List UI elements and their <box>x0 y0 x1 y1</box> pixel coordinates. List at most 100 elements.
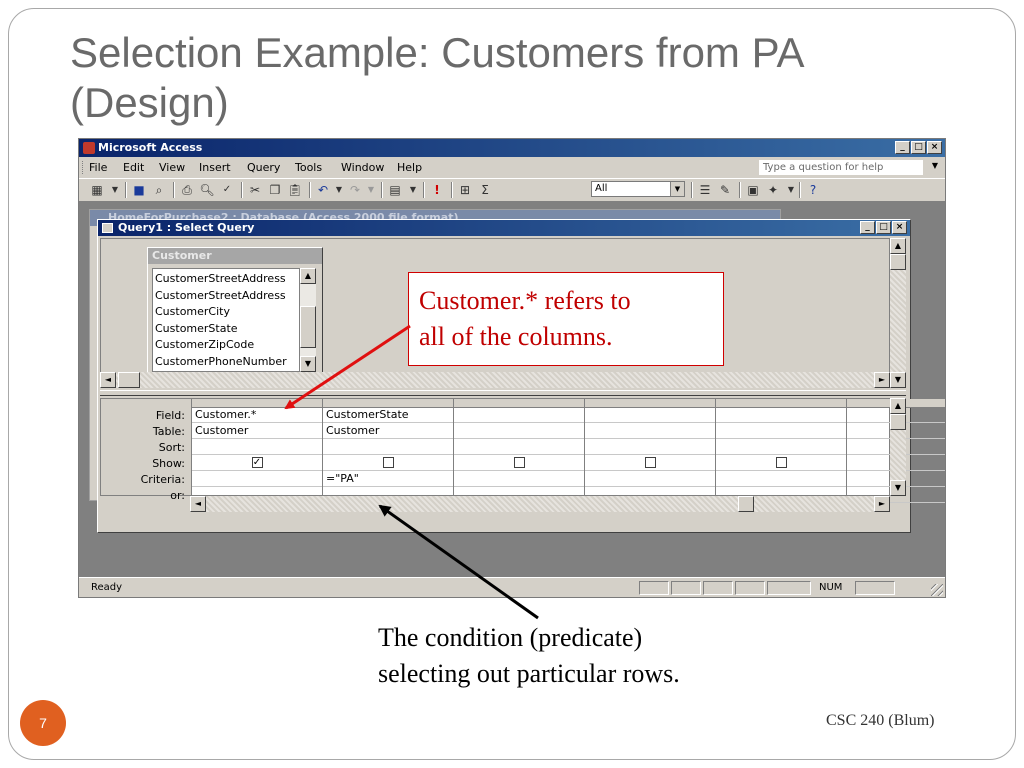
grid-show-cell[interactable] <box>323 455 454 471</box>
view-dropdown-icon[interactable]: ▼ <box>107 182 123 198</box>
query-type-dropdown-icon[interactable]: ▼ <box>405 182 421 198</box>
grid-vscrollbar[interactable]: ▲ ▼ <box>890 398 906 496</box>
grid-criteria-cell[interactable] <box>454 471 585 487</box>
close-button[interactable]: × <box>927 141 942 154</box>
scroll-right-icon[interactable]: ► <box>874 372 890 388</box>
grid-show-cell[interactable] <box>454 455 585 471</box>
help-icon[interactable]: ? <box>805 182 821 198</box>
new-object-dropdown-icon[interactable]: ▼ <box>783 182 799 198</box>
maximize-button[interactable]: □ <box>911 141 926 154</box>
query-close-button[interactable]: × <box>892 221 907 234</box>
scroll-up-icon[interactable]: ▲ <box>890 238 906 254</box>
grid-sort-cell[interactable] <box>454 439 585 455</box>
menu-file[interactable]: File <box>89 161 107 174</box>
grid-sort-cell[interactable] <box>192 439 323 455</box>
menu-help[interactable]: Help <box>397 161 422 174</box>
field-list-scrollbar[interactable]: ▲ ▼ <box>300 268 316 372</box>
show-checkbox[interactable] <box>775 457 787 468</box>
table-field-list-title[interactable]: Customer <box>148 248 322 264</box>
scroll-left-icon[interactable]: ◄ <box>190 496 206 512</box>
query-maximize-button[interactable]: □ <box>876 221 891 234</box>
grid-show-cell[interactable]: ✓ <box>192 455 323 471</box>
grid-criteria-cell[interactable]: ="PA" <box>323 471 454 487</box>
menu-view[interactable]: View <box>159 161 185 174</box>
undo-dropdown-icon[interactable]: ▼ <box>331 182 347 198</box>
grid-field-cell[interactable]: CustomerState <box>323 407 454 423</box>
scroll-down-icon[interactable]: ▼ <box>890 480 906 496</box>
show-table-icon[interactable]: ⊞ <box>457 182 473 198</box>
properties-icon[interactable]: ☰ <box>697 182 713 198</box>
field-list-item[interactable]: CustomerCity <box>153 304 299 321</box>
field-list-item[interactable]: CustomerZipCode <box>153 337 299 354</box>
database-window-icon[interactable]: ▣ <box>745 182 761 198</box>
field-list-item[interactable]: CustomerState <box>153 321 299 338</box>
grid-table-cell[interactable] <box>454 423 585 439</box>
menu-window[interactable]: Window <box>341 161 384 174</box>
scroll-thumb[interactable] <box>738 496 754 512</box>
scroll-down-icon[interactable]: ▼ <box>890 372 906 388</box>
scroll-up-icon[interactable]: ▲ <box>300 268 316 284</box>
scroll-right-icon[interactable]: ► <box>874 496 890 512</box>
menu-insert[interactable]: Insert <box>199 161 231 174</box>
scroll-up-icon[interactable]: ▲ <box>890 398 906 414</box>
field-list-item[interactable]: CustomerPhoneNumber <box>153 354 299 371</box>
grid-sort-cell[interactable] <box>323 439 454 455</box>
query-minimize-button[interactable]: _ <box>860 221 875 234</box>
table-pane-vscrollbar[interactable]: ▲ ▼ <box>890 238 906 388</box>
grid-criteria-cell[interactable] <box>716 471 847 487</box>
show-checkbox[interactable] <box>382 457 394 468</box>
grid-sort-cell[interactable] <box>585 439 716 455</box>
grid-table-cell[interactable] <box>716 423 847 439</box>
help-search-input[interactable]: Type a question for help <box>759 160 923 175</box>
cut-icon[interactable]: ✂ <box>247 182 263 198</box>
build-icon[interactable]: ✎ <box>717 182 733 198</box>
print-preview-icon[interactable]: 🔍︎ <box>199 182 215 198</box>
menu-query[interactable]: Query <box>247 161 280 174</box>
field-list-scroll-thumb[interactable] <box>300 306 316 348</box>
table-field-list[interactable]: Customer CustomerStreetAddress CustomerS… <box>147 247 323 379</box>
field-list-item[interactable]: CustomerStreetAddress <box>153 271 299 288</box>
run-icon[interactable]: ! <box>429 182 445 198</box>
scroll-thumb[interactable] <box>118 372 140 388</box>
menu-tools[interactable]: Tools <box>295 161 322 174</box>
help-dropdown-arrow-icon[interactable]: ▼ <box>932 161 938 170</box>
spelling-icon[interactable]: ✓ <box>219 182 235 198</box>
grid-criteria-cell[interactable] <box>192 471 323 487</box>
top-values-combo[interactable]: All ▼ <box>591 181 685 197</box>
save-icon[interactable]: ■ <box>131 182 147 198</box>
top-values-dropdown-icon[interactable]: ▼ <box>670 182 684 196</box>
grid-field-cell[interactable] <box>585 407 716 423</box>
redo-dropdown-icon[interactable]: ▼ <box>363 182 379 198</box>
redo-icon[interactable]: ↷ <box>347 182 363 198</box>
field-list-item[interactable]: CustomerStreetAddress <box>153 288 299 305</box>
grid-show-cell[interactable] <box>716 455 847 471</box>
grid-hscrollbar[interactable]: ◄ ► <box>190 496 890 512</box>
print-icon[interactable]: ⎙ <box>179 182 195 198</box>
grid-field-cell[interactable] <box>454 407 585 423</box>
grid-table-cell[interactable] <box>585 423 716 439</box>
resize-grip-icon[interactable] <box>931 584 943 596</box>
paste-icon[interactable]: 📋︎ <box>287 182 303 198</box>
view-icon[interactable]: ▦ <box>89 182 105 198</box>
grid-field-cell[interactable]: Customer.* <box>192 407 323 423</box>
grid-show-cell[interactable] <box>585 455 716 471</box>
show-checkbox[interactable] <box>513 457 525 468</box>
menu-edit[interactable]: Edit <box>123 161 144 174</box>
scroll-down-icon[interactable]: ▼ <box>300 356 316 372</box>
scroll-left-icon[interactable]: ◄ <box>100 372 116 388</box>
grid-table-cell[interactable]: Customer <box>323 423 454 439</box>
totals-icon[interactable]: Σ <box>477 182 493 198</box>
show-checkbox[interactable]: ✓ <box>251 457 263 468</box>
new-object-icon[interactable]: ✦ <box>765 182 781 198</box>
show-checkbox[interactable] <box>644 457 656 468</box>
query-type-icon[interactable]: ▤ <box>387 182 403 198</box>
scroll-thumb[interactable] <box>890 414 906 430</box>
query-window-titlebar[interactable]: Query1 : Select Query _ □ × <box>98 220 910 236</box>
pane-splitter[interactable] <box>100 390 906 396</box>
minimize-button[interactable]: _ <box>895 141 910 154</box>
search-icon[interactable]: ⌕ <box>151 182 167 198</box>
grid-field-cell[interactable] <box>716 407 847 423</box>
table-pane-hscrollbar[interactable]: ◄ ► <box>100 372 890 388</box>
undo-icon[interactable]: ↶ <box>315 182 331 198</box>
grid-sort-cell[interactable] <box>716 439 847 455</box>
